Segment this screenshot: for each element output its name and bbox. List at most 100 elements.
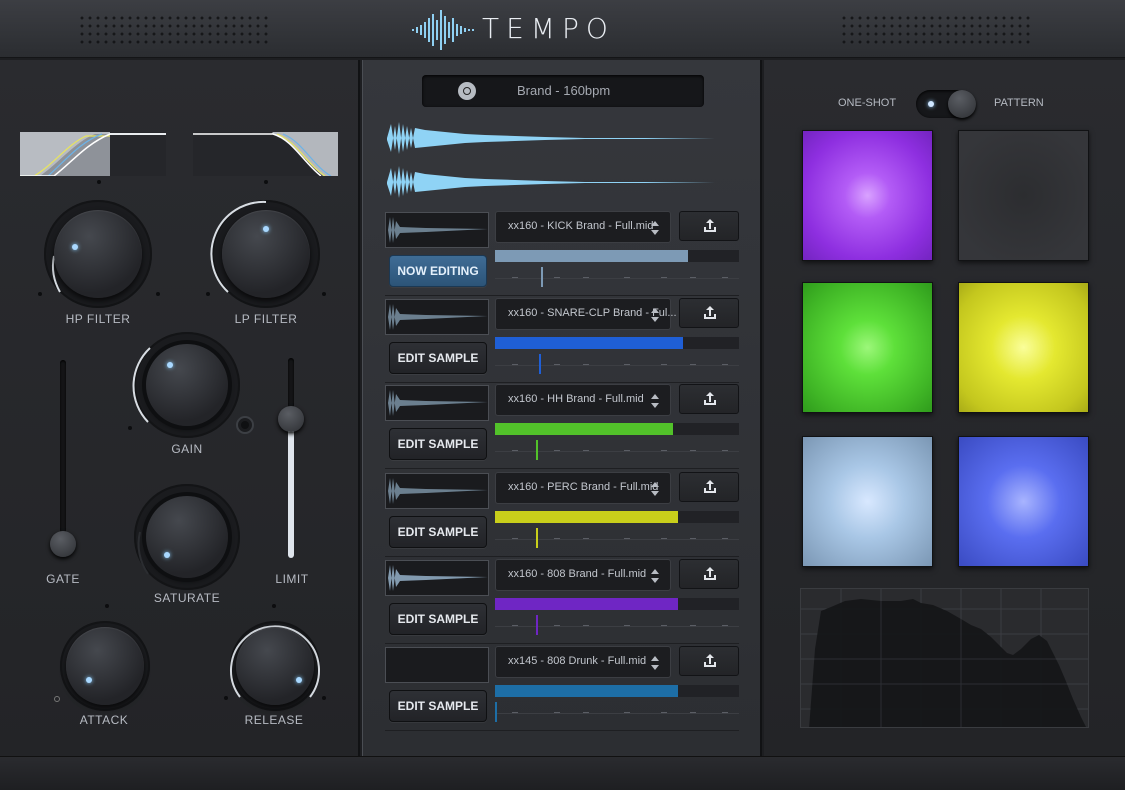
sample-thumbnail[interactable] (385, 299, 489, 335)
mode-toggle[interactable] (916, 90, 976, 118)
playhead-marker[interactable] (541, 267, 544, 287)
sample-thumb-waveform (388, 565, 488, 591)
sample-level-bar (495, 423, 739, 435)
playhead-marker[interactable] (536, 615, 539, 635)
attack-knob[interactable] (60, 621, 150, 711)
playhead-marker[interactable] (536, 440, 539, 460)
edit-sample-button[interactable]: NOW EDITING (389, 255, 487, 287)
upload-button[interactable] (679, 559, 739, 589)
sample-file-select[interactable]: xx145 - 808 Drunk - Full.mid (495, 646, 671, 678)
hp-filter-graph (20, 132, 166, 176)
one-shot-label[interactable]: ONE-SHOT (838, 97, 896, 109)
gate-label: GATE (46, 572, 80, 586)
release-marker-dot (272, 604, 276, 608)
upload-icon (704, 392, 716, 405)
mode-toggle-group: ONE-SHOT PATTERN (834, 88, 1084, 120)
hp-marker-dot (97, 180, 101, 184)
hp-min-dot (38, 292, 42, 296)
sample-row: xx145 - 808 Drunk - Full.mid EDIT SAMPLE (385, 645, 739, 731)
sample-file-select[interactable]: xx160 - PERC Brand - Full.mid (495, 472, 671, 504)
search-input[interactable]: Brand - 160bpm (422, 75, 704, 107)
upload-button[interactable] (679, 298, 739, 328)
lp-filter-knob[interactable] (210, 200, 320, 308)
limit-slider-fill (288, 420, 294, 558)
upload-icon (704, 306, 716, 319)
sample-file-name: xx160 - PERC Brand - Full.mid (508, 481, 659, 493)
lp-filter-label: LP FILTER (234, 312, 298, 326)
sample-timeline[interactable] (495, 440, 739, 462)
playhead-marker[interactable] (495, 702, 497, 722)
attack-label: ATTACK (79, 713, 129, 727)
waveform-logo-icon (412, 10, 474, 50)
sample-thumb-waveform (388, 304, 488, 330)
gate-slider-thumb[interactable] (50, 531, 76, 557)
limit-label: LIMIT (275, 572, 309, 586)
gain-label: GAIN (171, 442, 203, 456)
sample-list-panel: Brand - 160bpm xx160 - KICK Brand - Full… (362, 60, 762, 756)
pad-2[interactable] (958, 130, 1089, 261)
sample-row: xx160 - 808 Brand - Full.mid EDIT SAMPLE (385, 558, 739, 644)
sample-timeline[interactable] (495, 354, 739, 376)
lp-max-dot (322, 292, 326, 296)
edit-sample-button[interactable]: EDIT SAMPLE (389, 342, 487, 374)
sample-thumbnail[interactable] (385, 560, 489, 596)
sample-thumbnail[interactable] (385, 385, 489, 421)
main-waveform-display (387, 122, 715, 198)
playhead-marker[interactable] (536, 528, 539, 548)
playhead-marker[interactable] (538, 354, 541, 374)
gain-knob[interactable] (132, 332, 240, 438)
sample-row: xx160 - PERC Brand - Full.mid EDIT SAMPL… (385, 471, 739, 557)
select-caret-icon (651, 394, 659, 408)
upload-icon (704, 654, 716, 667)
search-icon[interactable] (458, 82, 476, 100)
sample-level-bar (495, 337, 739, 349)
hp-filter-knob[interactable] (44, 200, 152, 308)
sample-level-fill (495, 511, 678, 523)
sample-timeline[interactable] (495, 267, 739, 289)
edit-sample-button[interactable]: EDIT SAMPLE (389, 603, 487, 635)
pad-1[interactable] (802, 130, 933, 261)
select-caret-icon (651, 656, 659, 670)
edit-sample-button[interactable]: EDIT SAMPLE (389, 516, 487, 548)
sample-timeline[interactable] (495, 615, 739, 637)
pad-5[interactable] (802, 436, 933, 567)
sample-timeline[interactable] (495, 528, 739, 550)
edit-sample-button[interactable]: EDIT SAMPLE (389, 428, 487, 460)
sample-thumbnail[interactable] (385, 212, 489, 248)
upload-icon (704, 567, 716, 580)
upload-icon (704, 219, 716, 232)
sample-level-fill (495, 337, 683, 349)
gain-link-button[interactable] (236, 416, 254, 434)
sample-timeline[interactable] (495, 702, 739, 724)
release-knob[interactable] (230, 621, 320, 711)
sample-file-select[interactable]: xx160 - SNARE-CLP Brand - Ful... (495, 298, 677, 330)
sample-file-select[interactable]: xx160 - 808 Brand - Full.mid (495, 559, 671, 591)
footer-bar (0, 756, 1125, 790)
edit-sample-button[interactable]: EDIT SAMPLE (389, 690, 487, 722)
upload-button[interactable] (679, 472, 739, 502)
pattern-label[interactable]: PATTERN (994, 97, 1044, 109)
saturate-label: SATURATE (153, 591, 221, 605)
pad-6[interactable] (958, 436, 1089, 567)
search-value: Brand - 160bpm (517, 83, 611, 98)
upload-icon (704, 480, 716, 493)
gain-min-dot (128, 426, 132, 430)
sample-thumbnail[interactable] (385, 473, 489, 509)
pad-4[interactable] (958, 282, 1089, 413)
saturate-knob[interactable] (134, 484, 240, 590)
speaker-grill-left (78, 14, 268, 44)
sample-row: xx160 - SNARE-CLP Brand - Ful... EDIT SA… (385, 297, 739, 383)
upload-button[interactable] (679, 646, 739, 676)
sample-file-name: xx160 - 808 Brand - Full.mid (508, 568, 647, 580)
spectrum-analyzer (800, 588, 1089, 728)
sample-thumbnail[interactable] (385, 647, 489, 683)
pad-3[interactable] (802, 282, 933, 413)
upload-button[interactable] (679, 211, 739, 241)
sample-file-select[interactable]: xx160 - KICK Brand - Full.mid (495, 211, 671, 243)
limit-slider-thumb[interactable] (278, 406, 304, 432)
sample-file-select[interactable]: xx160 - HH Brand - Full.mid (495, 384, 671, 416)
gate-slider-track[interactable] (60, 360, 66, 540)
upload-button[interactable] (679, 384, 739, 414)
release-max-dot (322, 696, 326, 700)
effects-panel: HP FILTER LP FILTER GATE GAIN LIMIT SATU… (0, 60, 360, 756)
